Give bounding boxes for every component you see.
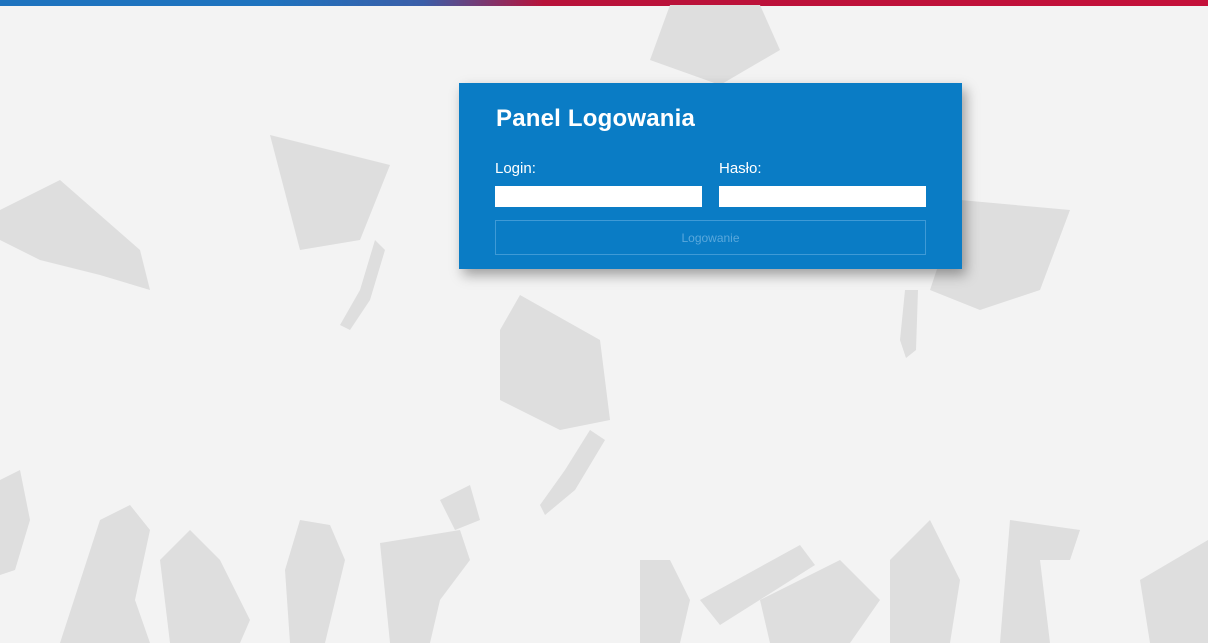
graduation-cap-icon bbox=[0, 135, 390, 330]
login-input[interactable] bbox=[495, 186, 702, 207]
raised-hands-icon bbox=[0, 470, 480, 643]
login-label: Login: bbox=[495, 160, 536, 177]
password-input[interactable] bbox=[719, 186, 926, 207]
login-panel: Panel Logowania Login: Hasło: Logowanie bbox=[459, 83, 962, 269]
password-label: Hasło: bbox=[719, 160, 762, 177]
panel-title: Panel Logowania bbox=[496, 105, 696, 132]
login-submit-button[interactable]: Logowanie bbox=[495, 220, 926, 255]
login-page: Panel Logowania Login: Hasło: Logowanie bbox=[0, 0, 1208, 643]
diploma-scroll-icon bbox=[640, 520, 1208, 643]
graduation-cap-icon bbox=[500, 295, 610, 515]
graduation-cap-icon bbox=[650, 5, 780, 85]
